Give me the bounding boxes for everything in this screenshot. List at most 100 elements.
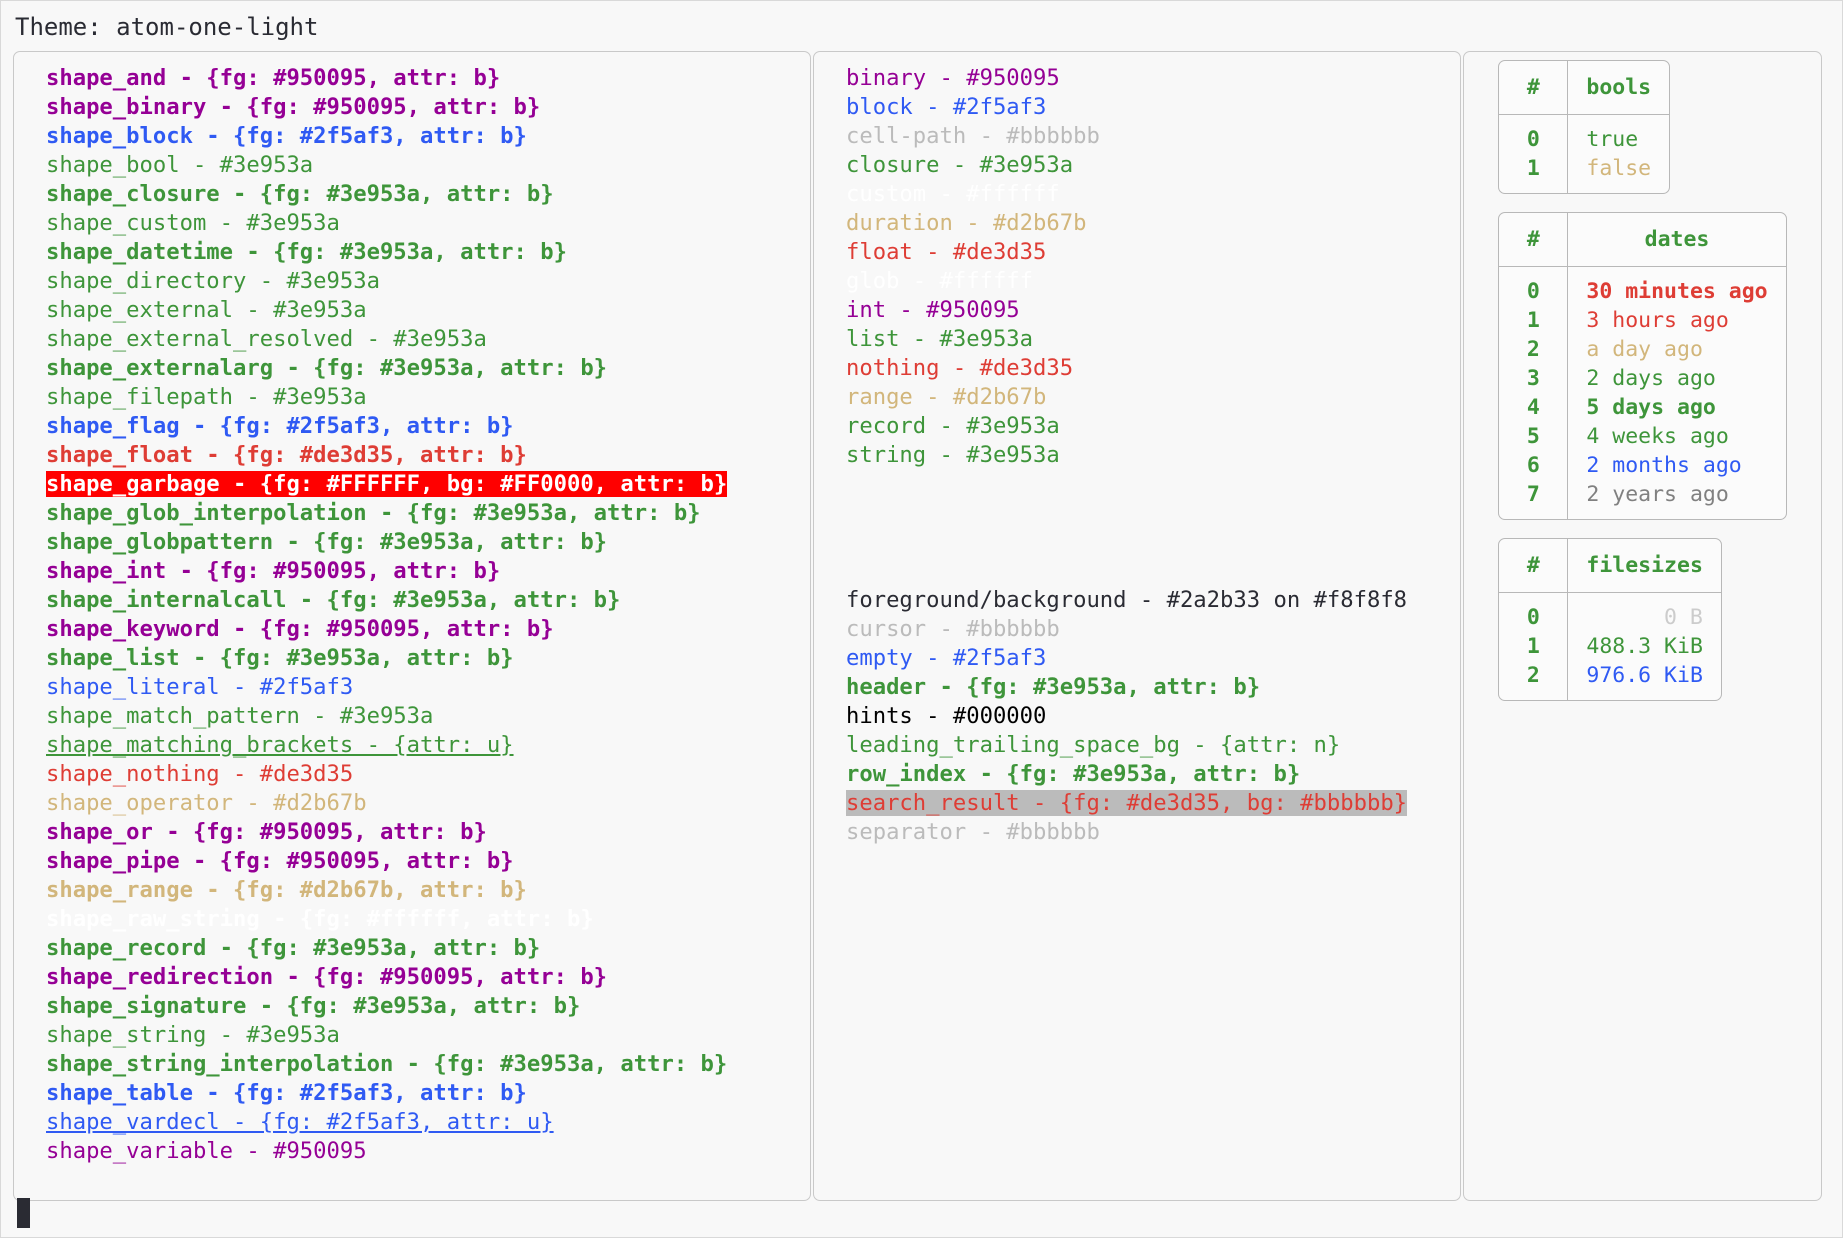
ui-element-entry-label: empty - #2f5af3 — [846, 645, 1047, 671]
primitive-entry: closure - #3e953a — [846, 151, 1460, 180]
shape-entry-label: shape_raw_string - {fg: #ffffff, attr: b… — [46, 906, 594, 932]
ui-element-entry-label: separator - #bbbbbb — [846, 819, 1100, 845]
shape-entry: shape_externalarg - {fg: #3e953a, attr: … — [46, 354, 810, 383]
row-index-cell: 3 — [1499, 364, 1569, 393]
shape-entry-label: shape_garbage - {fg: #FFFFFF, bg: #FF000… — [46, 471, 728, 497]
shapes-panel: shape_and - {fg: #950095, attr: b} shape_… — [13, 51, 811, 1201]
shape-entry: shape_bool - #3e953a — [46, 151, 810, 180]
ui-element-entry: row_index - {fg: #3e953a, attr: b} — [846, 760, 1460, 789]
shape-entry: shape_vardecl - {fg: #2f5af3, attr: u} — [46, 1108, 810, 1137]
tables-host: # bools 0 true 1 false # dates 0 30 minutes ago 1 3… — [1498, 60, 1787, 719]
table-row: 1 false — [1499, 154, 1669, 193]
dates-table: # dates 0 30 minutes ago 1 3 hours ago 2 a day … — [1498, 212, 1787, 520]
terminal-screen: Theme: atom-one-light shape_and - {fg: #… — [0, 0, 1843, 1238]
shape-entry: shape_flag - {fg: #2f5af3, attr: b} — [46, 412, 810, 441]
ui-element-entry: empty - #2f5af3 — [846, 644, 1460, 673]
shape-entry-label: shape_closure - {fg: #3e953a, attr: b} — [46, 181, 554, 207]
shape-entry: shape_keyword - {fg: #950095, attr: b} — [46, 615, 810, 644]
primitive-entry: custom - #ffffff — [846, 180, 1460, 209]
bools-table: # bools 0 true 1 false — [1498, 60, 1671, 194]
shape-entry: shape_pipe - {fg: #950095, attr: b} — [46, 847, 810, 876]
ui-element-entry-label: row_index - {fg: #3e953a, attr: b} — [846, 761, 1301, 787]
primitive-entry: block - #2f5af3 — [846, 93, 1460, 122]
primitive-entry-label: cell-path - #bbbbbb — [846, 123, 1100, 149]
shape-entry-label: shape_and - {fg: #950095, attr: b} — [46, 65, 501, 91]
shape-entry-label: shape_datetime - {fg: #3e953a, attr: b} — [46, 239, 567, 265]
shape-entry-label: shape_variable - #950095 — [46, 1138, 367, 1164]
shape-entry-label: shape_directory - #3e953a — [46, 268, 380, 294]
column-header-index: # — [1499, 61, 1569, 115]
primitive-entry-label: nothing - #de3d35 — [846, 355, 1074, 381]
shape-entry-label: shape_redirection - {fg: #950095, attr: … — [46, 964, 608, 990]
shape-entry: shape_string - #3e953a — [46, 1021, 810, 1050]
shape-entry: shape_internalcall - {fg: #3e953a, attr:… — [46, 586, 810, 615]
ui-element-entry: search_result - {fg: #de3d35, bg: #bbbbb… — [846, 789, 1460, 818]
row-index-cell: 6 — [1499, 451, 1569, 480]
primitive-entry: int - #950095 — [846, 296, 1460, 325]
ui-element-entry-label: hints - #000000 — [846, 703, 1047, 729]
shape-entry-label: shape_custom - #3e953a — [46, 210, 340, 236]
table-header-row: # filesizes — [1499, 539, 1721, 593]
shape-entry-label: shape_glob_interpolation - {fg: #3e953a,… — [46, 500, 701, 526]
row-value-cell: 2 days ago — [1586, 366, 1716, 391]
shape-entry-label: shape_vardecl - {fg: #2f5af3, attr: u} — [46, 1109, 554, 1135]
shape-entry: shape_table - {fg: #2f5af3, attr: b} — [46, 1079, 810, 1108]
primitive-entry-label: float - #de3d35 — [846, 239, 1047, 265]
ui-element-entry: header - {fg: #3e953a, attr: b} — [846, 673, 1460, 702]
shape-entry: shape_matching_brackets - {attr: u} — [46, 731, 810, 760]
primitive-entry: nothing - #de3d35 — [846, 354, 1460, 383]
panel-gap — [814, 470, 1460, 499]
shape-entry: shape_range - {fg: #d2b67b, attr: b} — [46, 876, 810, 905]
shape-entry-label: shape_external - #3e953a — [46, 297, 367, 323]
ui-element-entry-label: foreground/background - #2a2b33 on #f8f8… — [846, 587, 1408, 613]
shape-entry: shape_nothing - #de3d35 — [46, 760, 810, 789]
shape-entry-label: shape_block - {fg: #2f5af3, attr: b} — [46, 123, 527, 149]
row-value-cell: 5 days ago — [1586, 395, 1716, 420]
row-index-cell: 1 — [1499, 306, 1569, 335]
primitive-entry-label: glob - #ffffff — [846, 268, 1034, 294]
row-value-cell: false — [1586, 156, 1652, 181]
shape-entry-label: shape_filepath - #3e953a — [46, 384, 367, 410]
shape-entry-label: shape_externalarg - {fg: #3e953a, attr: … — [46, 355, 608, 381]
tables-panel: # bools 0 true 1 false # dates 0 30 minutes ago 1 3… — [1463, 51, 1822, 1201]
primitive-entry: string - #3e953a — [846, 441, 1460, 470]
shape-entry-label: shape_list - {fg: #3e953a, attr: b} — [46, 645, 514, 671]
shape-entry: shape_match_pattern - #3e953a — [46, 702, 810, 731]
row-value-cell: 2 months ago — [1586, 453, 1742, 478]
shape-entry: shape_signature - {fg: #3e953a, attr: b} — [46, 992, 810, 1021]
shape-entry-label: shape_float - {fg: #de3d35, attr: b} — [46, 442, 527, 468]
shape-entry-label: shape_external_resolved - #3e953a — [46, 326, 487, 352]
shape-entry: shape_variable - #950095 — [46, 1137, 810, 1166]
ui-elements-list: foreground/background - #2a2b33 on #f8f8… — [814, 586, 1460, 847]
row-value-cell: 488.3 KiB — [1586, 634, 1703, 659]
shape-entry: shape_globpattern - {fg: #3e953a, attr: … — [46, 528, 810, 557]
row-index-cell: 0 — [1499, 115, 1569, 154]
table-row: 5 4 weeks ago — [1499, 422, 1785, 451]
ui-element-entry-label: header - {fg: #3e953a, attr: b} — [846, 674, 1261, 700]
panel-gap — [814, 557, 1460, 586]
table-row: 0 true — [1499, 115, 1669, 154]
ui-element-entry-label: search_result - {fg: #de3d35, bg: #bbbbb… — [846, 790, 1408, 816]
column-header-index: # — [1499, 213, 1569, 267]
row-value-cell: 976.6 KiB — [1586, 663, 1703, 688]
ui-element-entry: hints - #000000 — [846, 702, 1460, 731]
panels-container: shape_and - {fg: #950095, attr: b} shape_… — [13, 51, 1830, 1201]
shape-entry-label: shape_bool - #3e953a — [46, 152, 314, 178]
primitive-entry: binary - #950095 — [846, 64, 1460, 93]
shape-entry-label: shape_literal - #2f5af3 — [46, 674, 354, 700]
panel-gap — [814, 499, 1460, 528]
shape-entry-label: shape_string_interpolation - {fg: #3e953… — [46, 1051, 728, 1077]
row-value-cell: a day ago — [1586, 337, 1703, 362]
row-value-cell: 30 minutes ago — [1586, 279, 1768, 304]
shape-entry-label: shape_int - {fg: #950095, attr: b} — [46, 558, 501, 584]
shape-entry-label: shape_binary - {fg: #950095, attr: b} — [46, 94, 541, 120]
shape-entry: shape_directory - #3e953a — [46, 267, 810, 296]
shape-entry: shape_filepath - #3e953a — [46, 383, 810, 412]
ui-element-entry: cursor - #bbbbbb — [846, 615, 1460, 644]
table-row: 0 30 minutes ago — [1499, 267, 1785, 306]
shape-entry-label: shape_match_pattern - #3e953a — [46, 703, 434, 729]
shape-entry-label: shape_string - #3e953a — [46, 1022, 340, 1048]
panel-gap — [814, 528, 1460, 557]
table-header-row: # dates — [1499, 213, 1786, 267]
shape-entry-label: shape_record - {fg: #3e953a, attr: b} — [46, 935, 541, 961]
